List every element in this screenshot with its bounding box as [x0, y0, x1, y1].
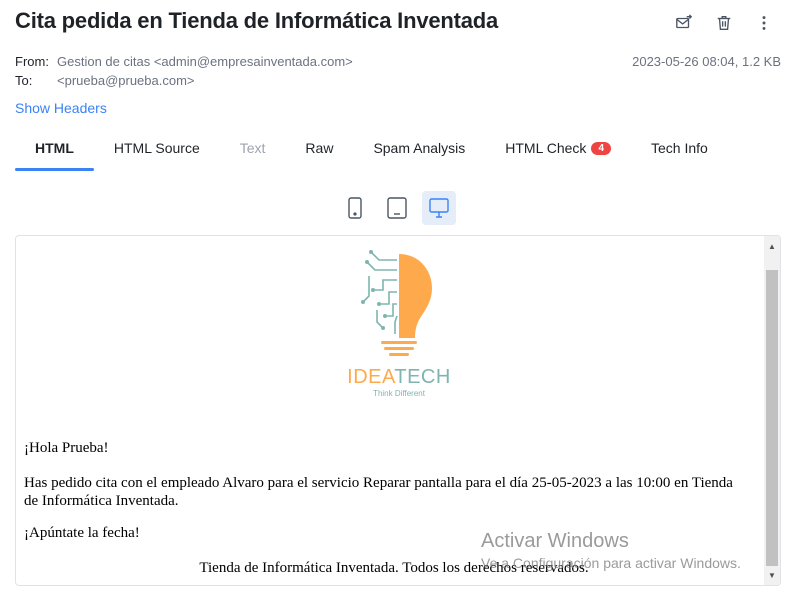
tab-tech-info[interactable]: Tech Info	[631, 128, 728, 168]
watermark-title: Activar Windows	[481, 530, 629, 552]
appointment-paragraph: Has pedido cita con el empleado Alvaro p…	[24, 475, 733, 509]
tablet-icon	[387, 197, 407, 219]
more-vertical-icon[interactable]	[751, 10, 777, 36]
tab-label: Tech Info	[651, 140, 708, 156]
desktop-icon	[429, 198, 449, 218]
windows-activation-watermark: Activar Windows Ve a Configuración para …	[481, 529, 741, 573]
tab-label: Text	[239, 140, 266, 156]
email-subject: Cita pedida en Tienda de Informática Inv…	[15, 8, 499, 33]
watermark-subtitle: Ve a Configuración para activar Windows.	[481, 555, 741, 571]
email-meta: From: Gestion de citas <admin@empresainv…	[15, 52, 353, 90]
tab-html-source[interactable]: HTML Source	[94, 128, 220, 168]
tab-text[interactable]: Text	[220, 128, 286, 168]
tablet-view-button[interactable]	[380, 191, 414, 225]
from-label: From:	[15, 54, 49, 69]
phone-icon	[348, 197, 362, 219]
device-switcher	[338, 191, 456, 225]
tab-html[interactable]: HTML	[15, 128, 94, 171]
to-label: To:	[15, 73, 33, 88]
from-value: Gestion de citas <admin@empresainventada…	[57, 54, 353, 69]
forward-mail-icon[interactable]	[671, 10, 697, 36]
logo-tagline: Think Different	[373, 389, 426, 398]
scroll-up-arrow-icon[interactable]: ▲	[764, 238, 780, 254]
html-check-badge: 4	[591, 142, 611, 155]
tab-label: HTML Check	[505, 140, 587, 156]
tab-label: Spam Analysis	[373, 140, 466, 156]
tab-label: HTML Source	[113, 140, 200, 156]
tab-label: Raw	[305, 140, 334, 156]
scroll-thumb[interactable]	[766, 270, 778, 566]
reminder-text: ¡Apúntate la fecha!	[24, 525, 140, 541]
svg-text:IDEATECH: IDEATECH	[347, 366, 451, 388]
date-size: 2023-05-26 08:04, 1.2 KB	[632, 54, 781, 69]
tab-raw[interactable]: Raw	[285, 128, 353, 168]
tab-html-check[interactable]: HTML Check 4	[485, 128, 631, 168]
preview-scrollbar[interactable]: ▲ ▼	[764, 236, 780, 585]
to-row: To: <prueba@prueba.com>	[15, 71, 353, 90]
phone-view-button[interactable]	[338, 191, 372, 225]
desktop-view-button[interactable]	[422, 191, 456, 225]
tab-label: HTML	[35, 140, 74, 156]
view-tabs: HTML HTML Source Text Raw Spam Analysis …	[15, 128, 784, 172]
greeting: ¡Hola Prueba!	[24, 440, 109, 456]
show-headers-link[interactable]: Show Headers	[15, 100, 107, 116]
tab-spam-analysis[interactable]: Spam Analysis	[353, 128, 485, 168]
scroll-down-arrow-icon[interactable]: ▼	[764, 567, 780, 583]
email-actions	[671, 10, 777, 36]
ideatech-logo: IDEATECH Think Different	[347, 250, 451, 398]
trash-icon[interactable]	[711, 10, 737, 36]
from-row: From: Gestion de citas <admin@empresainv…	[15, 52, 353, 71]
to-value: <prueba@prueba.com>	[57, 73, 195, 88]
logo-text-idea: IDEA	[347, 366, 396, 388]
logo-text-tech: TECH	[394, 366, 450, 388]
